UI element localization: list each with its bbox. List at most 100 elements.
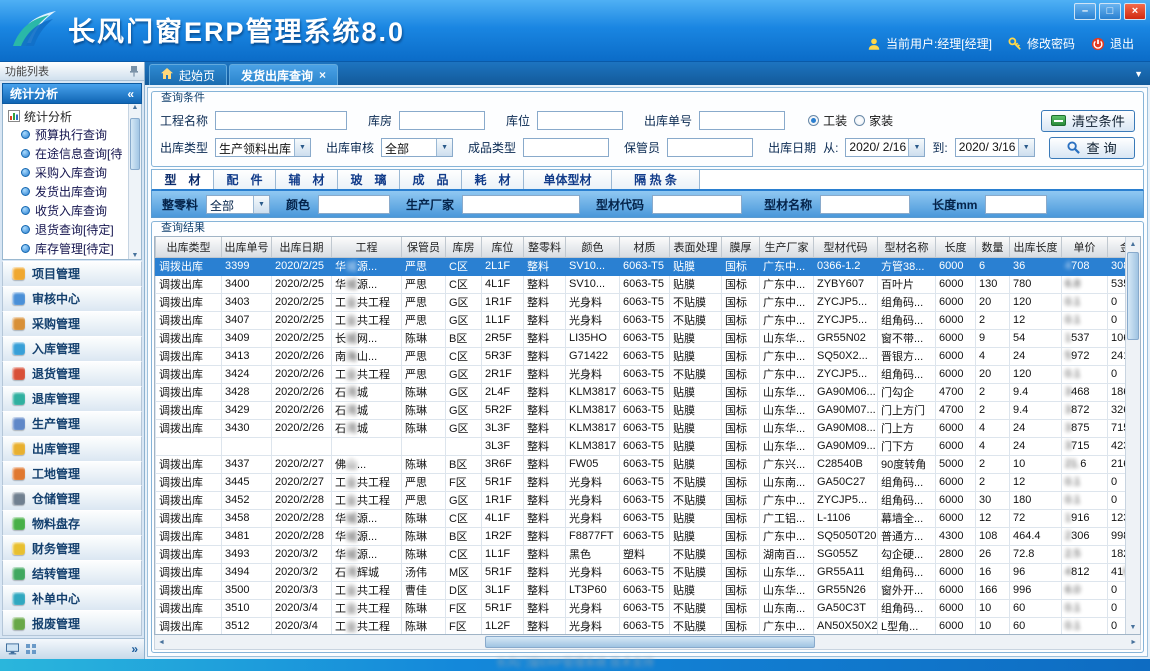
column-header[interactable]: 出库单号 xyxy=(222,237,272,257)
sidebar-module-item[interactable]: 生产管理 xyxy=(2,411,142,437)
dropdown-icon[interactable]: ▼ xyxy=(1018,139,1034,156)
keeper-input[interactable] xyxy=(667,138,753,157)
sidebar-module-item[interactable]: 出库管理 xyxy=(2,436,142,462)
table-row[interactable]: 调拨出库34302020/2/26石湾城陈琳G区3L3F整料KLM3817606… xyxy=(156,419,1126,437)
more-modules-icon[interactable]: » xyxy=(131,642,138,656)
radio-gongzhuang[interactable]: 工装 xyxy=(808,112,847,129)
product-type-input[interactable] xyxy=(523,138,609,157)
tree-root-node[interactable]: 统计分析 xyxy=(8,107,127,125)
table-row[interactable]: 调拨出库34452020/2/27工业共工程严思F区5R1F整料光身料6063-… xyxy=(156,473,1126,491)
table-row[interactable]: 调拨出库34032020/2/25工业共工程严思G区1R1F整料光身料6063-… xyxy=(156,293,1126,311)
whole-part-select[interactable]: 全部 ▼ xyxy=(206,195,270,214)
table-row[interactable]: 调拨出库35102020/3/4工业共工程陈琳F区5R1F整料光身料6063-T… xyxy=(156,599,1126,617)
tree-item[interactable]: 库存管理[待定] xyxy=(8,239,127,258)
column-header[interactable]: 金 xyxy=(1108,237,1126,257)
table-row[interactable]: 调拨出库34372020/2/27佛山...陈琳B区3R6F整料FW056063… xyxy=(156,455,1126,473)
sidebar-module-item[interactable]: 退货管理 xyxy=(2,361,142,387)
column-header[interactable]: 工程 xyxy=(332,237,402,257)
column-header[interactable]: 库位 xyxy=(482,237,524,257)
column-header[interactable]: 型材代码 xyxy=(814,237,878,257)
minimize-button[interactable]: – xyxy=(1074,3,1096,20)
tree-item[interactable]: 在途信息查询[待 xyxy=(8,144,127,163)
tree-item[interactable]: 发货出库查询 xyxy=(8,182,127,201)
project-name-input[interactable] xyxy=(215,111,347,130)
scroll-left-icon[interactable]: ◄ xyxy=(158,639,165,646)
table-row[interactable]: 调拨出库34522020/2/28工业共工程严思G区1R1F整料光身料6063-… xyxy=(156,491,1126,509)
sidebar-module-item[interactable]: 结转管理 xyxy=(2,560,142,586)
collapse-icon[interactable]: « xyxy=(127,87,134,101)
sidebar-module-item[interactable]: 采购管理 xyxy=(2,311,142,337)
sidebar-module-item[interactable]: 审核中心 xyxy=(2,286,142,312)
dropdown-icon[interactable]: ▼ xyxy=(436,139,452,156)
column-header[interactable]: 表面处理 xyxy=(670,237,722,257)
table-row[interactable]: 调拨出库34002020/2/25华城源...严思C区4L1F整料SV10...… xyxy=(156,275,1126,293)
table-row[interactable]: 调拨出库34932020/3/2华城源...陈琳C区1L1F整料黑色塑料不贴膜国… xyxy=(156,545,1126,563)
vendor-input[interactable] xyxy=(462,195,580,214)
table-row[interactable]: 调拨出库34812020/2/28华城源...陈琳B区1R2F整料F8877FT… xyxy=(156,527,1126,545)
profile-name-input[interactable] xyxy=(820,195,910,214)
dropdown-icon[interactable]: ▼ xyxy=(253,196,269,213)
table-row[interactable]: 调拨出库34242020/2/26工业共工程严思G区2R1F整料光身料6063-… xyxy=(156,365,1126,383)
table-row[interactable]: 调拨出库34942020/3/2石湾辉城汤伟M区5R1F整料光身料6063-T5… xyxy=(156,563,1126,581)
maximize-button[interactable]: □ xyxy=(1099,3,1121,20)
column-header[interactable]: 出库长度 xyxy=(1010,237,1062,257)
table-row[interactable]: 调拨出库34132020/2/26南海山...严思C区5R3F整料G714226… xyxy=(156,347,1126,365)
tree-item[interactable]: 退货查询[待定] xyxy=(8,220,127,239)
column-header[interactable]: 膜厚 xyxy=(722,237,760,257)
horizontal-scroll-thumb[interactable] xyxy=(485,636,815,648)
dropdown-icon[interactable]: ▼ xyxy=(908,139,924,156)
table-row[interactable]: 调拨出库35002020/3/3工业共工程曹佳D区3L1F整料LT3P60606… xyxy=(156,581,1126,599)
column-header[interactable]: 颜色 xyxy=(566,237,620,257)
sidebar-module-item[interactable]: 入库管理 xyxy=(2,336,142,362)
material-tab[interactable]: 耗 材 xyxy=(462,170,524,189)
date-from-select[interactable]: 2020/ 2/16 ▼ xyxy=(845,138,925,157)
column-header[interactable]: 长度 xyxy=(936,237,976,257)
tree-item[interactable]: 预算执行查询 xyxy=(8,125,127,144)
sidebar-module-item[interactable]: 仓储管理 xyxy=(2,485,142,511)
table-row[interactable]: 调拨出库34072020/2/25工业共工程严思G区1L1F整料光身料6063-… xyxy=(156,311,1126,329)
scroll-down-icon[interactable]: ▼ xyxy=(1130,620,1137,634)
close-button[interactable]: × xyxy=(1124,3,1146,20)
scroll-up-icon[interactable]: ▲ xyxy=(132,104,139,111)
date-to-select[interactable]: 2020/ 3/16 ▼ xyxy=(955,138,1035,157)
tree-item[interactable]: 采购入库查询 xyxy=(8,163,127,182)
search-button[interactable]: 查 询 xyxy=(1049,137,1135,159)
sidebar-module-item[interactable]: 物料盘存 xyxy=(2,510,142,536)
column-header[interactable]: 数量 xyxy=(976,237,1010,257)
sidebar-module-item[interactable]: 补单中心 xyxy=(2,585,142,611)
dropdown-icon[interactable]: ▼ xyxy=(294,139,310,156)
tab-overflow-icon[interactable]: ▼ xyxy=(1134,69,1143,79)
radio-jiazhuang[interactable]: 家装 xyxy=(854,112,893,129)
tree-item[interactable]: 收货入库查询 xyxy=(8,201,127,220)
pin-icon[interactable] xyxy=(129,65,139,77)
tree-scrollbar[interactable]: ▲ ▼ xyxy=(128,104,141,259)
table-row[interactable]: 3L3F整料KLM38176063-T5贴膜国标山东华...GA90M09...… xyxy=(156,437,1126,455)
table-row[interactable]: 调拨出库34292020/2/26石湾城陈琳G区5R2F整料KLM3817606… xyxy=(156,401,1126,419)
out-type-select[interactable]: 生产领料出库 ▼ xyxy=(215,138,311,157)
change-password-button[interactable]: 修改密码 xyxy=(1008,35,1075,52)
sidebar-module-item[interactable]: 报废管理 xyxy=(2,610,142,636)
vertical-scrollbar[interactable]: ▲ ▼ xyxy=(1125,237,1140,634)
scroll-down-icon[interactable]: ▼ xyxy=(132,252,139,259)
column-header[interactable]: 材质 xyxy=(620,237,670,257)
color-input[interactable] xyxy=(318,195,390,214)
length-input[interactable] xyxy=(985,195,1047,214)
column-header[interactable]: 库房 xyxy=(446,237,482,257)
material-tab[interactable]: 型 材 xyxy=(152,170,214,189)
tree-scroll-thumb[interactable] xyxy=(130,118,140,170)
scroll-up-icon[interactable]: ▲ xyxy=(1130,237,1137,251)
table-row[interactable]: 调拨出库33992020/2/25华城源...严思C区2L1F整料SV10...… xyxy=(156,257,1126,275)
table-row[interactable]: 调拨出库34282020/2/26石湾城陈琳G区2L4F整料KLM3817606… xyxy=(156,383,1126,401)
warehouse-input[interactable] xyxy=(399,111,485,130)
sidebar-module-item[interactable]: 工地管理 xyxy=(2,461,142,487)
column-header[interactable]: 保管员 xyxy=(402,237,446,257)
material-tab[interactable]: 辅 材 xyxy=(276,170,338,189)
logout-button[interactable]: 退出 xyxy=(1091,35,1134,52)
clear-conditions-button[interactable]: 清空条件 xyxy=(1041,110,1135,132)
material-tab[interactable]: 配 件 xyxy=(214,170,276,189)
material-tab[interactable]: 单体型材 xyxy=(524,170,612,189)
material-tab[interactable]: 隔 热 条 xyxy=(612,170,700,189)
tab-shipment-outbound-query[interactable]: 发货出库查询× xyxy=(229,64,338,85)
sidebar-module-item[interactable]: 项目管理 xyxy=(2,261,142,287)
column-header[interactable]: 生产厂家 xyxy=(760,237,814,257)
